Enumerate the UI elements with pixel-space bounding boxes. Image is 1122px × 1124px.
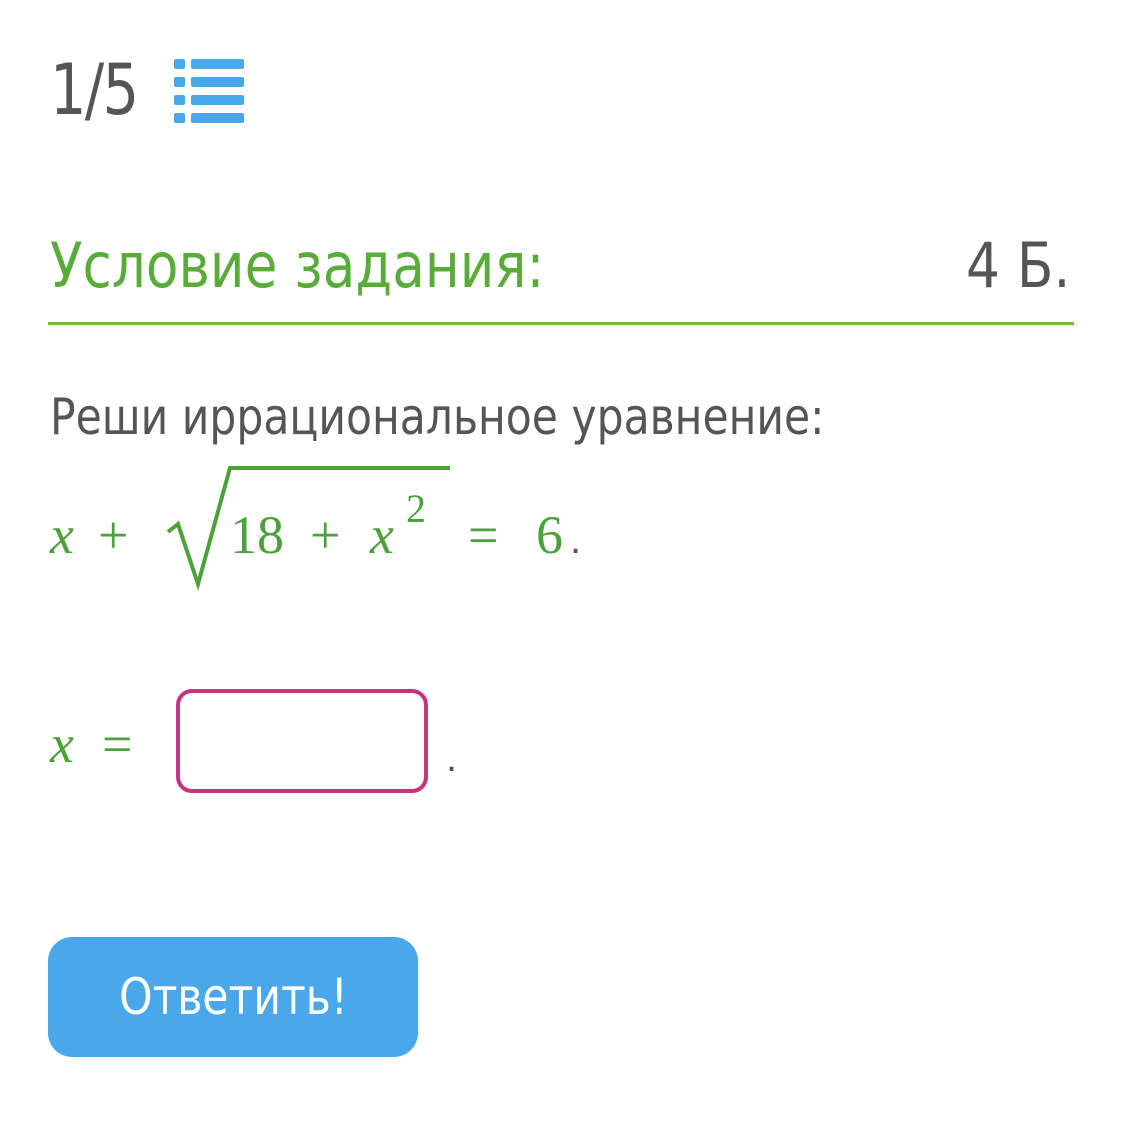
equation: x + 18 + x 2 = 6 . [49,466,581,591]
question-counter-text: 1/5 [50,49,139,131]
answer-var: x [49,714,74,774]
task-instruction: Реши иррациональное уравнение: [50,388,825,446]
task-points: 4 Б. [965,229,1070,302]
list-icon[interactable] [174,59,244,123]
equation-radicand-plus: + [310,505,340,565]
equation-exponent: 2 [406,486,426,531]
equation-radicand-num: 18 [230,505,284,565]
answer-input[interactable] [176,689,428,793]
answer-trailing-period: . [446,736,458,780]
equation-radicand-var: x [369,505,394,565]
submit-answer-label: Ответить! [118,968,348,1026]
equation-rhs: 6 [536,505,563,565]
title-divider [48,322,1074,325]
answer-equals: = [102,714,132,774]
equation-period: . [570,518,581,562]
question-counter: 1/5 [50,48,150,132]
equation-equals: = [468,505,498,565]
task-title: Условие задания: [50,229,545,302]
submit-answer-button[interactable]: Ответить! [48,937,418,1057]
equation-plus: + [98,505,128,565]
equation-lhs-var: x [49,505,74,565]
